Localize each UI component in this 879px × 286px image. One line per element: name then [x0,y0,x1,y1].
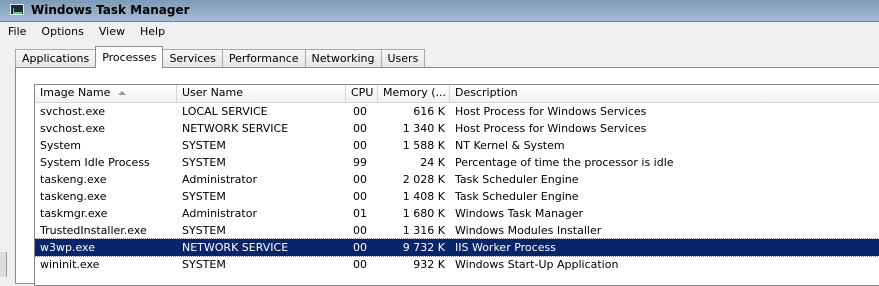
process-memory: 9 732 K [402,241,445,254]
sort-ascending-icon [118,91,127,95]
process-row[interactable]: taskeng.exe Administrator 00 2 028 K Task Sc… [35,171,879,188]
process-row[interactable]: System Idle Process SYSTEM 99 24 K Percentag… [35,154,879,171]
process-cpu: 00 [353,190,367,203]
process-row[interactable]: System SYSTEM 00 1 588 K NT Kernel & System [35,137,879,154]
process-row[interactable]: TrustedInstaller.exe SYSTEM 00 1 316 K Windo… [35,222,879,239]
process-memory: 2 028 K [402,173,445,186]
process-user-name: LOCAL SERVICE [182,105,268,118]
process-list[interactable]: Image Name User Name CPU Memory (... Des… [34,84,879,286]
process-memory: 932 K [413,258,445,271]
process-user-name: SYSTEM [182,224,226,237]
process-image-name: System Idle Process [40,156,150,169]
process-cpu: 00 [353,139,367,152]
tab-strip: Applications Processes Services Performa… [15,46,879,68]
process-cpu: 01 [353,207,367,220]
menu-bar: File Options View Help [0,22,879,41]
title-bar[interactable]: Windows Task Manager [0,0,879,22]
process-description: Percentage of time the processor is idle [455,156,674,169]
process-description: Host Process for Windows Services [455,105,647,118]
tab-processes[interactable]: Processes [95,46,164,68]
process-description: Windows Task Manager [455,207,584,220]
column-memory[interactable]: Memory (... [378,85,450,102]
process-cpu: 00 [353,258,367,271]
column-image-name-label: Image Name [40,86,111,99]
tab-services[interactable]: Services [162,49,223,68]
process-user-name: SYSTEM [182,190,226,203]
tab-users[interactable]: Users [380,49,426,68]
process-cpu: 00 [353,241,367,254]
window-title: Windows Task Manager [31,3,190,17]
process-user-name: Administrator [182,173,257,186]
process-description: Task Scheduler Engine [455,173,579,186]
process-image-name: svchost.exe [40,122,106,135]
process-image-name: taskeng.exe [40,190,107,203]
tab-applications[interactable]: Applications [15,49,97,68]
process-image-name: taskeng.exe [40,173,107,186]
column-cpu[interactable]: CPU [346,85,378,102]
process-memory: 24 K [420,156,445,169]
tab-networking[interactable]: Networking [304,49,382,68]
process-memory: 1 408 K [402,190,445,203]
process-memory: 1 340 K [402,122,445,135]
process-cpu: 00 [353,122,367,135]
process-image-name: w3wp.exe [40,241,95,254]
process-image-name: taskmgr.exe [40,207,108,220]
process-rows: svchost.exe LOCAL SERVICE 00 616 K Host Proc… [35,103,879,273]
process-row[interactable]: svchost.exe NETWORK SERVICE 00 1 340 K Host … [35,120,879,137]
process-row[interactable]: taskeng.exe SYSTEM 00 1 408 K Task Scheduler… [35,188,879,205]
column-user-name[interactable]: User Name [177,85,346,102]
process-image-name: System [40,139,82,152]
process-user-name: SYSTEM [182,156,226,169]
process-image-name: wininit.exe [40,258,100,271]
process-description: Host Process for Windows Services [455,122,647,135]
process-cpu: 00 [353,173,367,186]
process-user-name: Administrator [182,207,257,220]
menu-options[interactable]: Options [33,22,90,41]
process-memory: 616 K [413,105,445,118]
process-user-name: SYSTEM [182,139,226,152]
process-user-name: SYSTEM [182,258,226,271]
process-image-name: TrustedInstaller.exe [40,224,147,237]
tab-performance[interactable]: Performance [221,49,306,68]
process-cpu: 00 [353,105,367,118]
menu-view[interactable]: View [91,22,132,41]
process-description: Windows Start-Up Application [455,258,619,271]
process-row[interactable]: svchost.exe LOCAL SERVICE 00 616 K Host Proc… [35,103,879,120]
column-header-row: Image Name User Name CPU Memory (... Des… [35,85,879,103]
process-row[interactable]: taskmgr.exe Administrator 01 1 680 K Windows… [35,205,879,222]
process-memory: 1 680 K [402,207,445,220]
process-user-name: NETWORK SERVICE [182,241,289,254]
process-row[interactable]: wininit.exe SYSTEM 00 932 K Windows Start-Up… [35,256,879,273]
process-description: Task Scheduler Engine [455,190,579,203]
process-description: IIS Worker Process [455,241,556,254]
process-row[interactable]: w3wp.exe NETWORK SERVICE 00 9 732 K IIS Work… [35,238,879,257]
column-description[interactable]: Description [450,85,879,102]
task-manager-icon [10,4,24,15]
menu-help[interactable]: Help [132,22,172,41]
process-image-name: svchost.exe [40,105,106,118]
process-user-name: NETWORK SERVICE [182,122,289,135]
background-window-edge [0,252,7,277]
menu-file[interactable]: File [0,22,33,41]
process-description: Windows Modules Installer [455,224,602,237]
process-cpu: 00 [353,224,367,237]
column-image-name[interactable]: Image Name [35,85,177,102]
process-cpu: 99 [353,156,367,169]
process-memory: 1 588 K [402,139,445,152]
process-description: NT Kernel & System [455,139,565,152]
process-memory: 1 316 K [402,224,445,237]
